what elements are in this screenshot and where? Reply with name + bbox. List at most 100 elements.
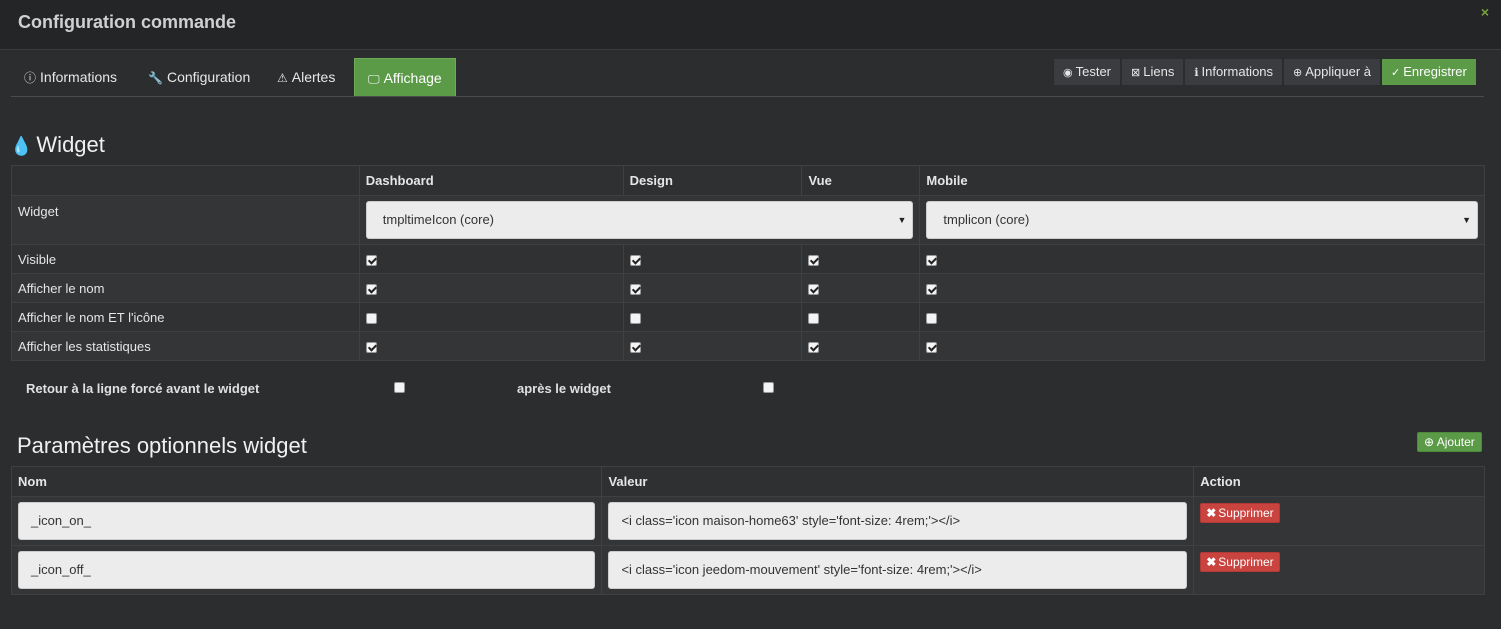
informations-button[interactable]: ℹ Informations [1184,58,1284,86]
checkbox[interactable] [629,254,641,266]
tab-configuration[interactable]: 🔧 Configuration [135,58,263,96]
rss-icon: ◉ [1063,67,1073,79]
value-cell: <i class='icon maison-home63' style='fon… [601,496,1195,546]
checkbox[interactable] [926,283,938,295]
select-value: tmpltimeIcon (core) [382,212,494,227]
tab-label: Informations [40,69,118,85]
row-label: Afficher le nom [11,273,360,303]
checkbox[interactable] [808,254,820,266]
checkbox-cell [919,273,1485,303]
param-value-input[interactable]: <i class='icon jeedom-mouvement' style='… [608,551,1188,589]
widget-heading: 💧 Widget [10,132,105,158]
tab-label: Configuration [166,69,251,85]
checkbox-cell [622,273,803,303]
tester-button[interactable]: ◉ Tester [1053,58,1122,86]
value-cell: <i class='icon jeedom-mouvement' style='… [601,545,1195,595]
select-value: tmplicon (core) [943,212,1030,227]
supprimer-button[interactable]: ✖ Supprimer [1200,503,1280,523]
enregistrer-button[interactable]: ✓ Enregistrer [1381,58,1477,86]
plus-circle-icon: ⊕ [1424,435,1435,449]
widget-title: Widget [36,132,105,157]
supprimer-button[interactable]: ✖ Supprimer [1200,552,1280,572]
checkbox-cell [622,244,803,274]
button-label: Enregistrer [1403,64,1467,79]
line-break-before-checkbox[interactable] [394,382,405,393]
links-icon: ⊠ [1131,67,1141,79]
checkbox[interactable] [629,312,641,324]
checkbox-cell [801,244,921,274]
warning-icon: ⚠ [277,71,288,85]
header-dashboard: Dashboard [358,165,624,196]
checkbox[interactable] [926,312,938,324]
checkbox[interactable] [808,341,820,353]
checkbox-cell [358,331,624,361]
wrench-icon: 🔧 [148,71,163,85]
header-empty [11,165,360,196]
checkbox-cell [358,273,624,303]
line-break-after-checkbox[interactable] [763,382,774,393]
name-cell: _icon_off_ [10,545,603,595]
table-row: Afficher le nom [11,273,1485,303]
check-circle-icon: ✓ [1391,67,1401,79]
button-label: Liens [1143,64,1175,79]
action-cell: ✖ Supprimer [1193,496,1485,546]
chevron-down-icon: ▼ [897,215,907,225]
button-label: Supprimer [1218,555,1274,569]
tab-label: Alertes [291,69,336,85]
times-icon: ✖ [1206,506,1217,520]
table-row: Afficher les statistiques [11,331,1485,361]
title-bar: Configuration commande × [0,0,1501,50]
table-row: Afficher le nom ET l'icône [11,302,1485,332]
action-cell: ✖ Supprimer [1193,545,1485,595]
row-label: Widget [11,195,360,245]
checkbox[interactable] [808,312,820,324]
info-circle-icon: ⓘ [24,71,37,85]
appliquer-button[interactable]: ⊕ Appliquer à [1283,58,1382,86]
row-label: Afficher le nom ET l'icône [11,302,360,332]
param-name-input[interactable]: _icon_off_ [18,551,596,589]
header-design: Design [622,165,803,196]
checkbox-cell [801,273,921,303]
dashboard-widget-select[interactable]: tmpltimeIcon (core) ▼ [365,201,914,239]
header-valeur: Valeur [601,466,1195,497]
tab-affichage[interactable]: 🖵 Affichage [354,58,456,96]
checkbox-cell [801,302,921,332]
checkbox[interactable] [926,341,938,353]
row-label: Visible [11,244,360,274]
widget-table: Dashboard Design Vue Mobile Widget tmplt… [11,165,1485,361]
checkbox[interactable] [629,283,641,295]
times-icon: ✖ [1206,555,1217,569]
checkbox[interactable] [365,254,377,266]
checkbox-cell [622,331,803,361]
line-break-before-label: Retour à la ligne forcé avant le widget [26,381,260,396]
table-row: _icon_off_ <i class='icon jeedom-mouvemen… [10,545,1485,595]
checkbox[interactable] [629,341,641,353]
params-table: Nom Valeur Action _icon_on_ <i class='ico… [10,466,1485,595]
tab-informations[interactable]: ⓘ Informations [11,58,130,96]
checkbox[interactable] [808,283,820,295]
info-icon: ℹ [1194,67,1199,79]
param-name-input[interactable]: _icon_on_ [18,502,596,540]
close-icon[interactable]: × [1481,4,1489,20]
mobile-widget-select[interactable]: tmplicon (core) ▼ [926,201,1478,239]
ajouter-button[interactable]: ⊕ Ajouter [1417,432,1482,452]
tint-icon: 💧 [10,136,33,156]
tab-alertes[interactable]: ⚠ Alertes [264,58,348,96]
liens-button[interactable]: ⊠ Liens [1121,58,1185,86]
checkbox-cell [358,244,624,274]
checkbox[interactable] [365,341,377,353]
checkbox-cell [801,331,921,361]
header-action: Action [1193,466,1485,497]
checkbox[interactable] [365,312,377,324]
checkbox-cell [919,244,1485,274]
name-cell: _icon_on_ [10,496,603,546]
checkbox[interactable] [365,283,377,295]
button-label: Tester [1075,64,1112,79]
param-value-input[interactable]: <i class='icon maison-home63' style='fon… [608,502,1188,540]
desktop-icon: 🖵 [368,72,380,86]
checkbox[interactable] [926,254,938,266]
params-heading: Paramètres optionnels widget [17,433,307,458]
header-vue: Vue [801,165,921,196]
checkbox-cell [622,302,803,332]
header-nom: Nom [10,466,603,497]
